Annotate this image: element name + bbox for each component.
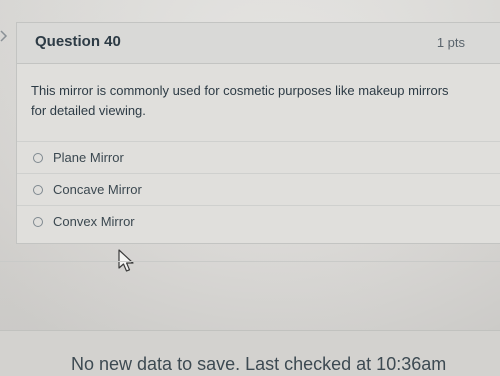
answer-label[interactable]: Plane Mirror <box>53 150 124 165</box>
radio-button-icon[interactable] <box>33 184 43 195</box>
answer-list: Plane Mirror Concave Mirror Convex Mirro… <box>17 141 500 237</box>
chevron-right-icon[interactable] <box>0 30 8 42</box>
question-points: 1 pts <box>436 35 465 50</box>
autosave-status: No new data to save. Last checked at 10:… <box>71 354 447 374</box>
answer-label[interactable]: Convex Mirror <box>53 214 135 229</box>
divider <box>0 261 500 262</box>
answer-option-plane-mirror[interactable]: Plane Mirror <box>17 141 500 173</box>
answer-option-convex-mirror[interactable]: Convex Mirror <box>17 205 500 237</box>
mouse-cursor-icon <box>118 249 134 272</box>
radio-button-icon[interactable] <box>33 216 43 227</box>
question-title: Question 40 <box>35 33 121 50</box>
answer-label[interactable]: Concave Mirror <box>53 182 142 197</box>
question-card: Question 40 1 pts This mirror is commonl… <box>16 22 500 244</box>
question-text: This mirror is commonly used for cosmeti… <box>31 83 449 118</box>
radio-button-icon[interactable] <box>33 152 43 163</box>
question-header: Question 40 1 pts <box>17 23 500 64</box>
answer-option-concave-mirror[interactable]: Concave Mirror <box>17 173 500 205</box>
